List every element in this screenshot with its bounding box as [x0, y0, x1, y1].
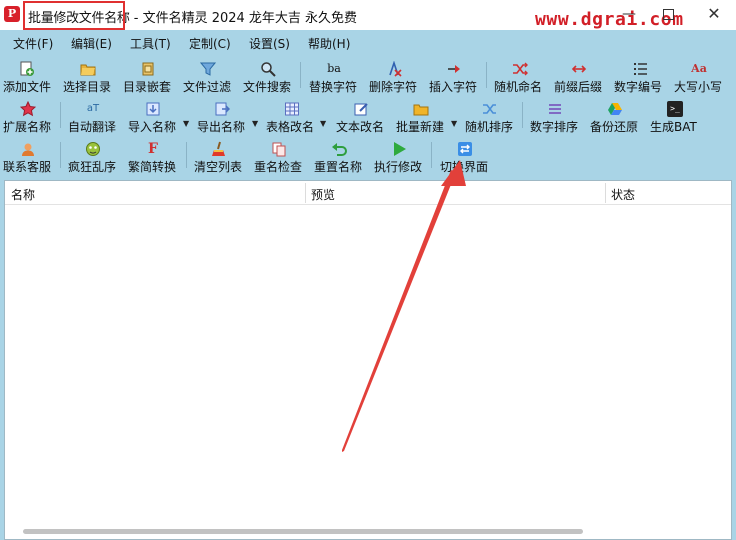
annotation-arrow — [342, 160, 466, 452]
